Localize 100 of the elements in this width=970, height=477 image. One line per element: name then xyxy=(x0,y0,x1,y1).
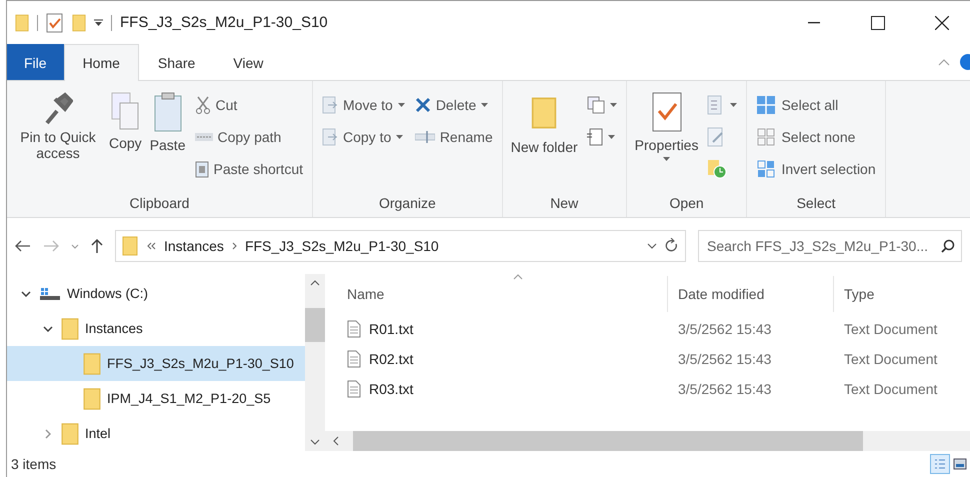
invert-selection-icon xyxy=(756,159,776,179)
select-all-icon xyxy=(756,95,776,115)
date-cell-text: 3/5/2562 15:43 xyxy=(677,351,772,367)
document-icon xyxy=(322,96,338,114)
ribbon-button[interactable]: Paste shortcut xyxy=(192,155,306,183)
ribbon-button[interactable]: Delete xyxy=(412,91,496,119)
up-icon[interactable] xyxy=(91,238,103,254)
column-header[interactable]: Name xyxy=(325,276,667,312)
scroll-thumb[interactable] xyxy=(353,431,863,451)
dropdown-icon[interactable] xyxy=(647,243,657,249)
caret-icon xyxy=(730,102,738,108)
file-name[interactable]: R02.txt xyxy=(369,351,414,367)
ribbon-tab[interactable]: Home xyxy=(64,44,139,81)
ribbon-tab[interactable]: View xyxy=(214,44,282,80)
chevron-down-icon[interactable] xyxy=(43,326,53,332)
caret-icon xyxy=(396,134,404,140)
group-label: Clipboard xyxy=(128,195,190,213)
search-icon xyxy=(941,239,955,253)
scrollbar[interactable] xyxy=(325,431,970,451)
folder-icon xyxy=(61,316,79,340)
caret-icon xyxy=(610,102,617,108)
ribbon-button[interactable]: Copy path xyxy=(192,123,306,151)
file-name[interactable]: R03.txt xyxy=(369,381,414,397)
ribbon-tab[interactable]: Share xyxy=(138,44,214,80)
new-item-icon xyxy=(586,96,605,114)
type-cell-text: Text Document xyxy=(843,351,938,367)
copy-icon xyxy=(110,91,140,131)
group-label: New xyxy=(549,195,580,213)
minimize-icon xyxy=(808,22,820,24)
ribbon-button[interactable]: Select none xyxy=(753,123,879,151)
ribbon-tab[interactable]: File xyxy=(7,44,64,80)
scroll-down-icon[interactable] xyxy=(310,439,320,445)
ribbon-button[interactable]: Copy xyxy=(107,89,144,195)
ribbon-button[interactable]: Properties xyxy=(632,89,700,195)
recent-locations-icon[interactable] xyxy=(71,244,79,248)
folder-icon xyxy=(83,352,101,376)
refresh-icon[interactable] xyxy=(665,238,679,254)
chevron-right-icon[interactable] xyxy=(45,428,51,438)
file-name[interactable]: R01.txt xyxy=(369,321,414,337)
properties-icon xyxy=(650,91,683,133)
pin-icon xyxy=(43,91,73,125)
address-bar[interactable]: Instances FFS_J3_S2s_M2u_P1-30_S10 xyxy=(115,230,686,262)
ribbon-button[interactable]: Cut xyxy=(192,91,306,119)
caret-icon xyxy=(663,157,670,162)
scroll-up-icon[interactable] xyxy=(310,280,320,286)
tree-item[interactable]: Intel xyxy=(7,416,305,451)
column-header[interactable]: Date modified xyxy=(667,276,833,312)
overflow-chevron-icon xyxy=(146,242,156,250)
ribbon-button[interactable]: New folder xyxy=(508,89,580,195)
chevron-right-icon xyxy=(232,242,237,250)
breadcrumb-item[interactable]: Instances xyxy=(164,238,224,254)
clipboard-icon xyxy=(194,160,208,178)
tree-item[interactable]: Instances xyxy=(7,311,305,346)
breadcrumb-item[interactable]: FFS_J3_S2s_M2u_P1-30_S10 xyxy=(244,238,439,254)
date-cell-text: 3/5/2562 15:43 xyxy=(677,321,772,337)
history-icon xyxy=(707,159,728,179)
clipboard-icon xyxy=(152,91,183,133)
back-icon[interactable] xyxy=(15,240,31,252)
group-label: Select xyxy=(796,195,837,213)
text-file-icon xyxy=(347,350,361,368)
ribbon-button[interactable]: Copy to xyxy=(319,123,408,151)
collapse-ribbon-icon[interactable] xyxy=(938,58,950,66)
ribbon-button[interactable]: Select all xyxy=(753,91,879,119)
date-cell-text: 3/5/2562 15:43 xyxy=(677,381,772,397)
properties-icon[interactable] xyxy=(46,12,64,32)
ribbon-button[interactable]: Pin to Quick access xyxy=(13,89,103,195)
scroll-thumb[interactable] xyxy=(305,308,325,342)
tree-item[interactable]: Windows (C:) xyxy=(7,276,305,311)
column-header[interactable]: Type xyxy=(833,276,970,312)
group-label: Organize xyxy=(378,195,437,213)
customize-menu-icon[interactable] xyxy=(94,18,103,26)
ribbon-button[interactable]: Rename xyxy=(412,123,496,151)
ribbon-button[interactable]: Invert selection xyxy=(753,155,879,183)
folder-icon xyxy=(122,235,138,257)
window-title: FFS_J3_S2s_M2u_P1-30_S10 xyxy=(120,14,328,31)
delete-icon xyxy=(414,97,431,113)
tree-item[interactable]: IPM_J4_S1_M2_P1-20_S5 xyxy=(7,381,305,416)
ribbon-button[interactable]: Paste xyxy=(148,89,188,195)
close-icon xyxy=(935,16,949,30)
folder-icon xyxy=(61,422,79,446)
large-icons-icon xyxy=(953,458,967,470)
ribbon-button[interactable]: Move to xyxy=(319,91,408,119)
rename-icon xyxy=(414,130,435,144)
scissors-icon xyxy=(194,96,210,114)
tree-item[interactable]: FFS_J3_S2s_M2u_P1-30_S10 xyxy=(7,346,305,381)
forward-icon[interactable] xyxy=(43,240,59,252)
drive-icon xyxy=(39,286,61,300)
item-count: 3 items xyxy=(11,456,56,472)
text-file-icon xyxy=(347,380,361,398)
scrollbar[interactable] xyxy=(305,274,325,451)
folder-icon xyxy=(72,12,86,32)
path-icon xyxy=(194,132,212,142)
sort-ascending-icon xyxy=(513,274,523,280)
maximize-icon xyxy=(871,16,885,30)
search-field[interactable]: Search FFS_J3_S2s_M2u_P1-30... xyxy=(698,230,962,262)
document-icon xyxy=(322,128,338,146)
scroll-left-icon[interactable] xyxy=(333,436,339,446)
text-file-icon xyxy=(347,320,361,338)
chevron-down-icon[interactable] xyxy=(21,290,31,296)
group-label: Open xyxy=(668,195,705,213)
